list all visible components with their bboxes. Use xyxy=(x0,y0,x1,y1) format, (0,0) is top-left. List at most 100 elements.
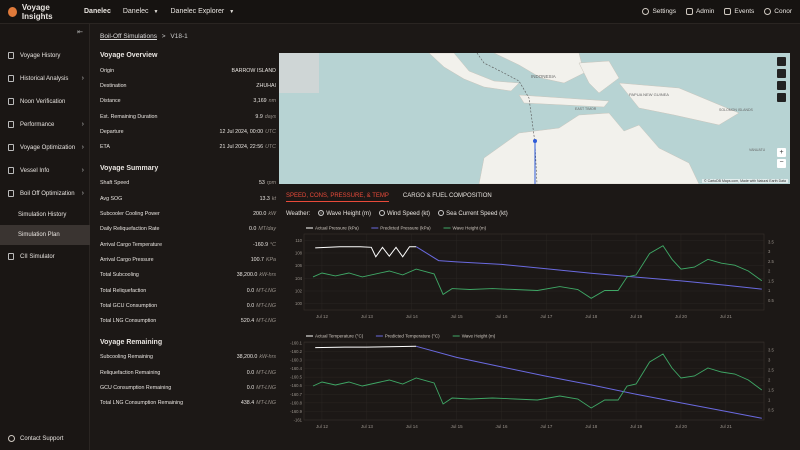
y-tick-label-left: -160.3 xyxy=(290,358,303,363)
series-line-wave-height-m- xyxy=(312,353,763,409)
weather-option-wave-height[interactable]: Wave Height (m) xyxy=(318,210,371,217)
y-tick-label-right: 2.5 xyxy=(768,368,774,373)
legend-entry: Wave Height (m) xyxy=(453,226,487,231)
detail-unit: MT-LNG xyxy=(256,369,276,376)
detail-unit: nm xyxy=(268,98,276,105)
detail-label: ETA xyxy=(100,144,110,151)
zoom-in-button[interactable]: + xyxy=(777,148,786,157)
chevron-right-icon: › xyxy=(81,121,84,128)
detail-row: Departure 12 Jul 2024, 00:00 UTC xyxy=(100,124,276,139)
nav-icon xyxy=(8,144,14,151)
detail-label: Origin xyxy=(100,67,115,74)
x-tick-label: Jul 12 xyxy=(316,314,329,319)
y-tick-label-left: 100 xyxy=(295,301,303,306)
route-map[interactable]: INDONESIA PAPUA NEW GUINEA EAST TIMOR SO… xyxy=(279,53,790,184)
detail-label: Distance xyxy=(100,98,121,105)
detail-value: 53 xyxy=(258,180,265,187)
detail-row: Avg SOG 13.3 kt xyxy=(100,191,276,206)
settings-label: Settings xyxy=(652,8,676,15)
explorer-select-label: Danelec Explorer xyxy=(170,8,225,15)
sidebar-item-vessel-info[interactable]: Vessel Info › xyxy=(0,159,90,182)
map-label: SOLOMON ISLANDS xyxy=(719,108,754,112)
y-tick-label-right: 0.5 xyxy=(768,408,774,413)
detail-unit: MT-LNG xyxy=(256,302,276,309)
temperature-chart[interactable]: -160.1 -160.2 -160.3 -160.4 -160.5 -160.6 -160… xyxy=(286,330,786,437)
vessel-position-marker[interactable] xyxy=(533,139,537,143)
nav-icon xyxy=(8,167,14,174)
user-label: Conor xyxy=(774,8,792,15)
brand[interactable]: Voyage Insights xyxy=(0,3,76,21)
sidebar-subitem-simulation-plan[interactable]: Simulation Plan xyxy=(0,225,90,245)
radio-selected-icon xyxy=(318,210,325,216)
pressure-chart-svg: 100 102 104 106 108 110 0.5 1 1.5 2 2.5 3 3.5 Jul 12 J… xyxy=(295,226,774,320)
weather-option-sea-current[interactable]: Sea Current Speed (kt) xyxy=(438,210,508,217)
sidebar-item-boil-off-optimization[interactable]: Boil Off Optimization › xyxy=(0,182,90,205)
detail-label: Departure xyxy=(100,128,124,135)
detail-label: Subcooling Remaining xyxy=(100,354,154,361)
detail-value: 0.0 xyxy=(248,226,257,233)
detail-value-wrap: 100.7 KPa xyxy=(251,257,276,263)
user-menu[interactable]: Conor xyxy=(764,8,792,15)
map-globe-icon[interactable] xyxy=(777,69,786,78)
x-tick-label: Jul 14 xyxy=(406,314,419,319)
detail-value-wrap: 0.0 MT/day xyxy=(249,226,276,232)
zoom-out-button[interactable]: − xyxy=(777,159,786,168)
section-title: Voyage Remaining xyxy=(100,338,163,346)
map-canvas: INDONESIA PAPUA NEW GUINEA EAST TIMOR SO… xyxy=(279,53,766,184)
detail-value: 12 Jul 2024, 00:00 xyxy=(219,128,264,135)
legend-entry: Predicted Pressure (kPa) xyxy=(380,226,431,231)
sidebar-item-noon-verification[interactable]: Noon Verification xyxy=(0,90,90,113)
voyage-summary-section: Voyage Summary Shaft Speed 53 rpm Avg SOG 13… xyxy=(100,165,276,329)
sidebar-item-voyage-history[interactable]: Voyage History xyxy=(0,44,90,67)
x-tick-label: Jul 16 xyxy=(495,424,508,429)
top-bar: Voyage Insights Danelec Danelec ▼ Danele… xyxy=(0,0,800,24)
weather-option-label: Wave Height (m) xyxy=(326,211,372,217)
sidebar-item-historical-analysis[interactable]: Historical Analysis › xyxy=(0,67,90,90)
map-attribution: © CartoDB Maps.com, Made with Natural Ea… xyxy=(702,179,788,183)
main-content: Boil-Off Simulations > V18-1 Voyage Over… xyxy=(90,24,800,450)
detail-value-wrap: 0.0 MT-LNG xyxy=(247,370,276,376)
x-tick-label: Jul 19 xyxy=(630,314,643,319)
map-pin-icon[interactable] xyxy=(777,81,786,90)
map-land-australia xyxy=(478,112,700,184)
events-button[interactable]: Events xyxy=(724,8,754,15)
detail-row: Arrival Cargo Temperature -160.9 °C xyxy=(100,237,276,252)
tab-cargo-fuel-composition[interactable]: CARGO & FUEL COMPOSITION xyxy=(403,193,492,202)
explorer-select[interactable]: Danelec Explorer ▼ xyxy=(171,8,235,15)
map-label: INDONESIA xyxy=(531,74,556,79)
detail-unit: °C xyxy=(270,241,276,248)
detail-value: 0.0 xyxy=(246,384,255,391)
y-tick-label-left: -160.2 xyxy=(290,349,303,354)
sidebar-item-label: Historical Analysis xyxy=(20,75,69,82)
sidebar-item-cii-simulator[interactable]: CII Simulator xyxy=(0,245,90,268)
tab-speed-cons-pressure-temp[interactable]: SPEED, CONS, PRESSURE, & TEMP xyxy=(286,193,389,202)
y-tick-label-right: 3 xyxy=(768,249,771,254)
settings-button[interactable]: Settings xyxy=(642,8,676,15)
weather-option-wind-speed[interactable]: Wind Speed (kt) xyxy=(379,210,430,217)
sidebar-item-label: Voyage Optimization xyxy=(20,144,76,151)
y-tick-label-left: 106 xyxy=(295,263,303,268)
x-tick-label: Jul 17 xyxy=(540,314,553,319)
detail-value-wrap: 12 Jul 2024, 00:00 UTC xyxy=(220,129,276,135)
pressure-chart[interactable]: 100 102 104 106 108 110 0.5 1 1.5 2 2.5 3 3.5 Jul 12 J… xyxy=(286,222,786,327)
detail-row: Total GCU Consumption 0.0 MT-LNG xyxy=(100,298,276,313)
legend-entry: Actual Temperature (°C) xyxy=(315,334,364,339)
section-title: Voyage Overview xyxy=(100,52,158,59)
sidebar-subitem-simulation-history[interactable]: Simulation History xyxy=(0,205,90,225)
weather-option-label: Wind Speed (kt) xyxy=(387,211,431,217)
detail-row: Total LNG Consumption Remaining 438.4 MT-L… xyxy=(100,396,276,411)
org-select[interactable]: Danelec ▼ xyxy=(123,8,159,15)
sidebar-item-label: Boil Off Optimization xyxy=(20,190,75,197)
company-name: Danelec xyxy=(84,8,111,15)
map-stack-icon[interactable] xyxy=(777,93,786,102)
sidebar-item-voyage-optimization[interactable]: Voyage Optimization › xyxy=(0,136,90,159)
x-tick-label: Jul 20 xyxy=(675,314,688,319)
detail-value: 0.0 xyxy=(246,369,255,376)
sidebar-item-performance[interactable]: Performance › xyxy=(0,113,90,136)
contact-support-link[interactable]: Contact Support xyxy=(8,435,63,442)
admin-button[interactable]: Admin xyxy=(685,8,714,15)
collapse-sidebar-icon[interactable]: ⇤ xyxy=(77,28,83,36)
y-tick-label-right: 2 xyxy=(768,269,771,274)
breadcrumb-parent-link[interactable]: Boil-Off Simulations xyxy=(100,33,157,40)
map-layers-icon[interactable] xyxy=(777,57,786,66)
